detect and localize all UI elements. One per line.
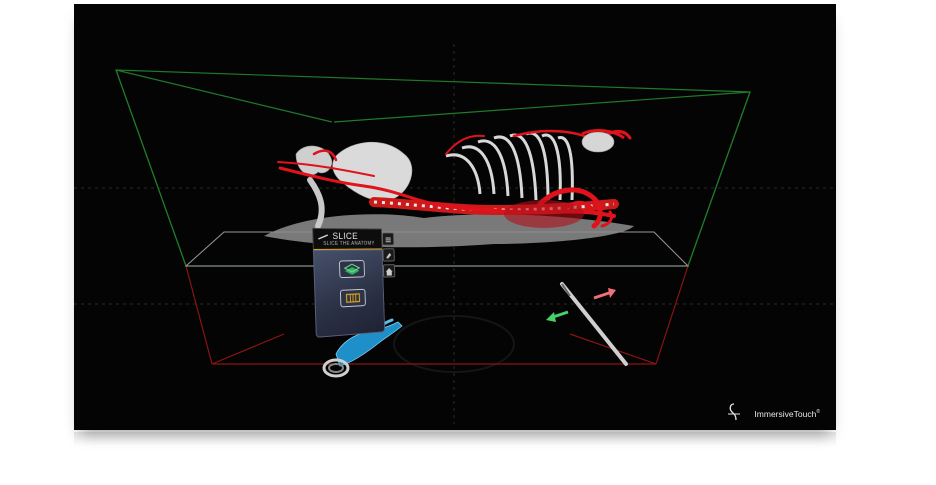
scalpel-icon <box>317 233 329 241</box>
slice-panel-title: SLICE <box>332 231 358 241</box>
eraser-icon <box>386 253 392 259</box>
slice-panel-body <box>312 249 386 338</box>
slice-menu-panel[interactable]: SLICE SLICE THE ANATOMY <box>312 227 396 338</box>
panel-side-toolbar <box>381 232 396 280</box>
screen-reflection <box>74 432 836 446</box>
rib-cage-model <box>445 131 574 201</box>
menu-icon <box>383 234 394 245</box>
arrow-green-icon <box>546 310 569 322</box>
immersivetouch-logo: ImmersiveTouch® <box>724 400 820 422</box>
slice-panel-header: SLICE SLICE THE ANATOMY <box>312 227 383 251</box>
eraser-button[interactable] <box>382 248 395 262</box>
brand-mark-icon <box>728 403 740 421</box>
arrow-red-icon <box>593 288 616 300</box>
home-icon <box>385 267 393 276</box>
slice-volume-icon <box>341 290 365 307</box>
slice-plane-icon <box>340 261 364 276</box>
home-button[interactable] <box>382 264 396 278</box>
slice-plane-button[interactable] <box>338 260 365 279</box>
menu-button[interactable] <box>381 232 395 246</box>
3d-scene <box>74 44 836 424</box>
slice-volume-button[interactable] <box>339 288 366 308</box>
head-model <box>581 129 625 153</box>
brand-name: ImmersiveTouch® <box>754 409 820 419</box>
vr-viewport[interactable]: SLICE SLICE THE ANATOMY ImmersiveTouch® <box>74 4 836 430</box>
scalpel-tool[interactable] <box>560 282 628 366</box>
slice-panel-subtitle: SLICE THE ANATOMY <box>323 240 375 247</box>
organ-region <box>504 200 584 228</box>
